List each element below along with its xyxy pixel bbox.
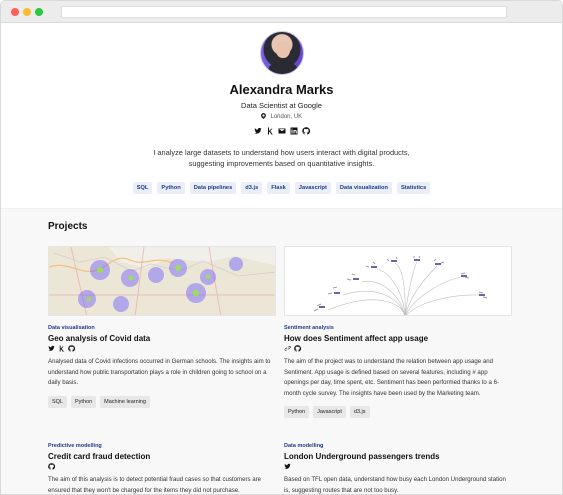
- project-category: Data modelling: [284, 443, 324, 449]
- titlebar: [1, 1, 562, 23]
- skill-tag: SQL: [132, 182, 153, 194]
- projects-heading: Projects: [48, 221, 88, 232]
- project-category: Sentiment analysis: [284, 325, 334, 331]
- projects-section: Projects Data visualisation Geo analysis…: [1, 208, 562, 494]
- github-icon[interactable]: [301, 127, 310, 135]
- social-links: [1, 127, 562, 135]
- project-tag: Python: [284, 406, 310, 418]
- link-icon[interactable]: [284, 345, 291, 352]
- sentiment-tree-image: [285, 247, 511, 315]
- skill-tag: Flask: [267, 182, 290, 194]
- skills-list: SQL Python Data pipelines d3.js Flask Ja…: [1, 182, 562, 194]
- skill-tag: d3.js: [241, 182, 263, 194]
- project-card[interactable]: Data modelling London Underground passen…: [284, 434, 512, 494]
- project-card[interactable]: Sentiment analysis How does Sentiment af…: [284, 246, 512, 418]
- twitter-icon[interactable]: [48, 345, 55, 352]
- profile-role: Data Scientist at Google: [241, 101, 322, 110]
- kaggle-icon[interactable]: [266, 127, 274, 135]
- skill-tag: Data pipelines: [189, 182, 237, 194]
- project-tags: Python Javascript d3.js: [284, 406, 512, 418]
- skill-tag: Javascript: [294, 182, 331, 194]
- project-description: Analysed data of Covid infections occurr…: [48, 358, 271, 386]
- github-icon[interactable]: [68, 345, 75, 352]
- project-title[interactable]: Geo analysis of Covid data: [48, 334, 276, 343]
- project-title[interactable]: Credit card fraud detection: [48, 452, 276, 461]
- project-links: [284, 345, 512, 352]
- maximize-window-button[interactable]: [35, 8, 43, 16]
- linkedin-icon[interactable]: [290, 127, 298, 135]
- github-icon[interactable]: [294, 345, 301, 352]
- browser-window: Alexandra Marks Data Scientist at Google…: [0, 0, 563, 495]
- email-icon[interactable]: [278, 127, 286, 135]
- skill-tag: Python: [157, 182, 185, 194]
- close-window-button[interactable]: [11, 8, 19, 16]
- projects-grid: Data visualisation Geo analysis of Covid…: [48, 246, 515, 494]
- project-description: The aim of this analysis is to detect po…: [48, 476, 262, 494]
- project-description: The aim of the project was to understand…: [284, 358, 499, 397]
- project-tag: SQL: [48, 395, 68, 408]
- profile-intro: I analyze large datasets to understand h…: [153, 148, 410, 168]
- project-thumbnail-tree[interactable]: [284, 246, 512, 316]
- github-icon[interactable]: [48, 463, 55, 470]
- profile-header: Alexandra Marks Data Scientist at Google…: [1, 23, 562, 208]
- address-bar[interactable]: [61, 6, 507, 18]
- skill-tag: Statistics: [396, 182, 431, 194]
- project-links: [48, 345, 276, 352]
- project-title[interactable]: London Underground passengers trends: [284, 452, 512, 461]
- project-card[interactable]: Data visualisation Geo analysis of Covid…: [48, 246, 276, 418]
- project-tag: Javascript: [313, 406, 346, 418]
- twitter-icon[interactable]: [253, 127, 262, 135]
- minimize-window-button[interactable]: [23, 8, 31, 16]
- project-tag: Python: [71, 395, 97, 408]
- covid-heatmap-image: [49, 247, 275, 315]
- kaggle-icon[interactable]: [58, 345, 65, 352]
- project-title[interactable]: How does Sentiment affect app usage: [284, 334, 512, 343]
- project-thumbnail-map[interactable]: [48, 246, 276, 316]
- location-pin-icon: [260, 113, 266, 119]
- project-links: [48, 463, 276, 470]
- project-tag: d3.js: [349, 406, 370, 418]
- project-category: Data visualisation: [48, 325, 95, 331]
- twitter-icon[interactable]: [284, 463, 291, 470]
- project-links: [284, 463, 512, 470]
- avatar: [259, 31, 304, 75]
- project-category: Predictive modelling: [48, 443, 102, 449]
- project-description: Based on TFL open data, understand how b…: [284, 476, 506, 494]
- profile-name: Alexandra Marks: [229, 82, 334, 97]
- project-card[interactable]: Predictive modelling Credit card fraud d…: [48, 434, 276, 494]
- profile-location: London, UK: [1, 113, 562, 120]
- project-tag: Machine learning: [100, 395, 151, 408]
- skill-tag: Data visualization: [335, 182, 392, 194]
- project-tags: SQL Python Machine learning: [48, 395, 276, 408]
